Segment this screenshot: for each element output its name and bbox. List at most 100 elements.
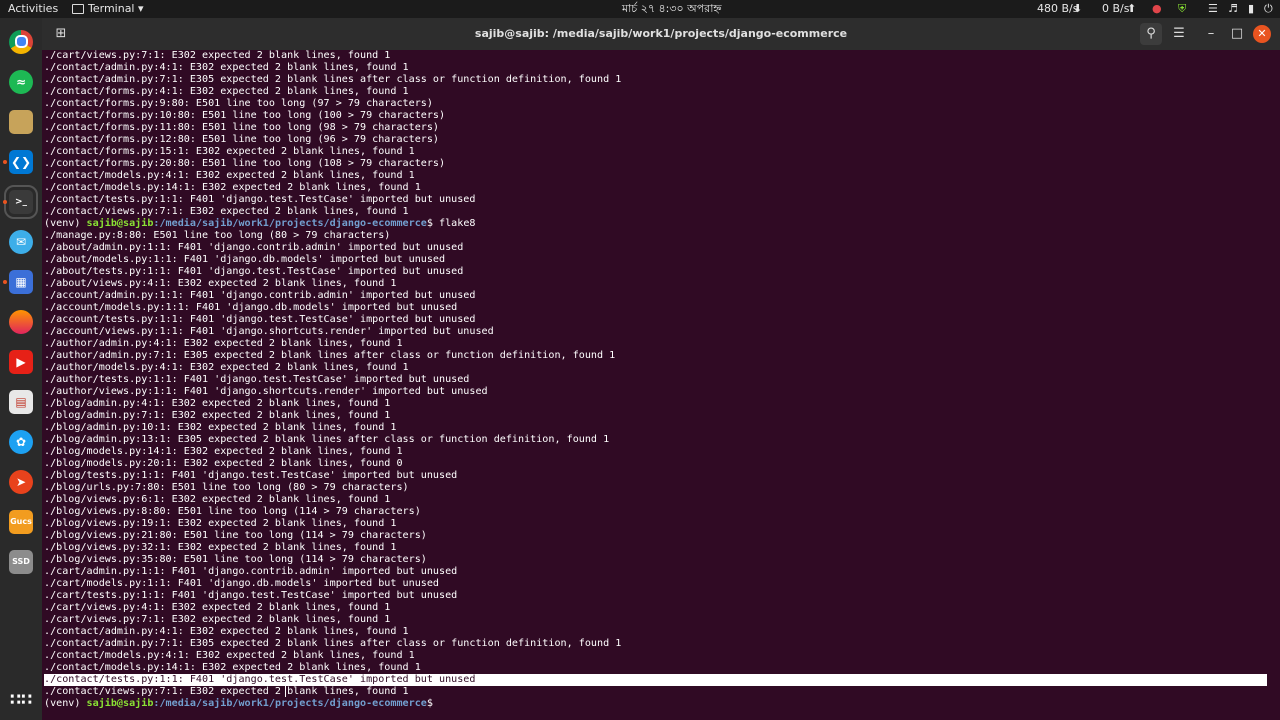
close-icon[interactable]: ✕ [1253, 25, 1271, 43]
output-line: ./author/admin.py:7:1: E305 expected 2 b… [44, 350, 616, 361]
maximize-icon[interactable]: □ [1226, 23, 1248, 45]
output-line: ./contact/admin.py:4:1: E302 expected 2 … [44, 626, 409, 637]
output-line: ./blog/views.py:8:80: E501 line too long… [44, 506, 421, 517]
output-line: ./contact/forms.py:10:80: E501 line too … [44, 110, 446, 121]
app-menu[interactable]: Terminal ▾ [72, 0, 144, 18]
output-line: ./contact/forms.py:4:1: E302 expected 2 … [44, 86, 409, 97]
clock[interactable]: মার্চ ২৭ ৪:৩০ অপরাহ্ন [622, 0, 722, 18]
output-line: ./about/admin.py:1:1: F401 'django.contr… [44, 242, 464, 253]
prompt-symbol: $ [426, 218, 440, 229]
hamburger-menu-icon[interactable]: ☰ [1168, 23, 1190, 45]
text-cursor [285, 685, 286, 697]
output-line: ./contact/models.py:4:1: E302 expected 2… [44, 170, 415, 181]
output-line: ./cart/views.py:7:1: E302 expected 2 bla… [44, 614, 391, 625]
output-line: ./about/models.py:1:1: F401 'django.db.m… [44, 254, 446, 265]
window-title: sajib@sajib: /media/sajib/work1/projects… [474, 27, 848, 40]
dock-compass-icon[interactable]: ➤ [9, 470, 33, 494]
output-line: ./contact/models.py:4:1: E302 expected 2… [44, 650, 415, 661]
dock-chrome-icon[interactable] [9, 30, 33, 54]
dock-spotify-icon[interactable]: ≈ [9, 70, 33, 94]
terminal-titlebar[interactable]: ⊞ sajib@sajib: /media/sajib/work1/projec… [42, 18, 1280, 50]
prompt-path: :/media/sajib/work1/projects/django-ecom… [153, 218, 427, 229]
wifi-icon[interactable]: ☰ [1208, 0, 1218, 18]
dock-terminal-icon[interactable]: >_ [4, 185, 38, 219]
output-line: ./author/tests.py:1:1: F401 'django.test… [44, 374, 470, 385]
prompt-line: (venv) sajib@sajib:/media/sajib/work1/pr… [44, 218, 476, 230]
output-line: ./about/views.py:4:1: E302 expected 2 bl… [44, 278, 397, 289]
chevron-down-icon: ▾ [138, 2, 144, 15]
output-line: ./cart/tests.py:1:1: F401 'django.test.T… [44, 590, 458, 601]
minimize-icon[interactable]: – [1200, 23, 1222, 45]
output-line: ./account/tests.py:1:1: F401 'django.tes… [44, 314, 476, 325]
running-indicator [3, 200, 7, 204]
prompt-user: sajib@sajib [86, 698, 154, 709]
top-bar: Activities Terminal ▾ মার্চ ২৭ ৪:৩০ অপরা… [0, 0, 1280, 18]
output-line: ./blog/urls.py:7:80: E501 line too long … [44, 482, 409, 493]
power-icon[interactable]: ⏻ [1264, 0, 1273, 18]
dock-gucs-icon[interactable]: Gucs [9, 510, 33, 534]
terminal-output[interactable]: ./cart/views.py:7:1: E302 expected 2 bla… [42, 50, 1280, 720]
output-line: ./contact/tests.py:1:1: F401 'django.tes… [44, 194, 476, 205]
output-line: ./contact/models.py:14:1: E302 expected … [44, 662, 421, 673]
output-line: ./blog/admin.py:4:1: E302 expected 2 bla… [44, 398, 391, 409]
output-line: ./author/views.py:1:1: F401 'django.shor… [44, 386, 488, 397]
output-line: ./contact/forms.py:11:80: E501 line too … [44, 122, 440, 133]
output-line: ./manage.py:8:80: E501 line too long (80… [44, 230, 391, 241]
network-up-speed: 0 B/s [1102, 2, 1130, 15]
dock-mail-icon[interactable]: ✉ [9, 230, 33, 254]
arrow-down-icon: ⬇ [1073, 2, 1083, 15]
output-line: ./blog/views.py:35:80: E501 line too lon… [44, 554, 427, 565]
battery-icon[interactable]: ▮ [1248, 0, 1254, 18]
output-line: ./cart/models.py:1:1: F401 'django.db.mo… [44, 578, 440, 589]
output-line: ./blog/views.py:19:1: E302 expected 2 bl… [44, 518, 397, 529]
output-line: ./contact/admin.py:4:1: E302 expected 2 … [44, 62, 409, 73]
output-line: ./contact/admin.py:7:1: E305 expected 2 … [44, 74, 622, 85]
app-menu-label: Terminal [88, 2, 135, 15]
dock-firefox-icon[interactable] [9, 310, 33, 334]
output-line: ./blog/tests.py:1:1: F401 'django.test.T… [44, 470, 458, 481]
output-line: ./account/models.py:1:1: F401 'django.db… [44, 302, 458, 313]
output-line: ./blog/admin.py:13:1: E305 expected 2 bl… [44, 434, 610, 445]
dock-ssd-icon[interactable]: SSD [9, 550, 33, 574]
output-line: ./cart/views.py:4:1: E302 expected 2 bla… [44, 602, 391, 613]
dock-document-icon[interactable]: ▤ [9, 390, 33, 414]
volume-icon[interactable]: ♬ [1228, 0, 1238, 18]
command-text: flake8 [439, 218, 476, 229]
activities-button[interactable]: Activities [8, 0, 58, 18]
dock-files-icon[interactable] [9, 110, 33, 134]
prompt-venv: (venv) [44, 218, 87, 229]
output-line: ./blog/views.py:21:80: E501 line too lon… [44, 530, 427, 541]
output-line: ./contact/views.py:7:1: E302 expected 2 … [44, 686, 409, 697]
arrow-up-icon: ⬆ [1127, 2, 1137, 15]
current-prompt-line[interactable]: (venv) sajib@sajib:/media/sajib/work1/pr… [44, 698, 439, 710]
output-line: ./account/admin.py:1:1: F401 'django.con… [44, 290, 476, 301]
output-line: ./cart/admin.py:1:1: F401 'django.contri… [44, 566, 458, 577]
output-line: ./author/admin.py:4:1: E302 expected 2 b… [44, 338, 403, 349]
show-apps-grid-icon[interactable]: ∷∷ [9, 688, 33, 712]
running-indicator [3, 160, 7, 164]
dock-twitter-icon[interactable]: ✿ [9, 430, 33, 454]
output-line: ./blog/admin.py:7:1: E302 expected 2 bla… [44, 410, 391, 421]
output-line: ./contact/forms.py:12:80: E501 line too … [44, 134, 440, 145]
output-line: ./contact/views.py:7:1: E302 expected 2 … [44, 206, 409, 217]
prompt-path: :/media/sajib/work1/projects/django-ecom… [153, 698, 427, 709]
search-icon[interactable]: ⚲ [1140, 23, 1162, 45]
dock-vscode-icon[interactable]: ❮❯ [9, 150, 33, 174]
output-line: ./author/models.py:4:1: E302 expected 2 … [44, 362, 409, 373]
dock-screenshot-icon[interactable]: ▦ [9, 270, 33, 294]
prompt-symbol: $ [426, 698, 440, 709]
selected-output-line: ./contact/tests.py:1:1: F401 'django.tes… [44, 674, 1267, 686]
output-line: ./contact/admin.py:7:1: E305 expected 2 … [44, 638, 622, 649]
output-line: ./contact/models.py:14:1: E302 expected … [44, 182, 421, 193]
output-line: ./contact/forms.py:15:1: E302 expected 2… [44, 146, 415, 157]
prompt-venv: (venv) [44, 698, 87, 709]
output-line: ./account/views.py:1:1: F401 'django.sho… [44, 326, 494, 337]
dock-youtube-icon[interactable]: ▶ [9, 350, 33, 374]
video-recorder-icon[interactable]: ● [1152, 0, 1162, 18]
output-line: ./blog/views.py:6:1: E302 expected 2 bla… [44, 494, 391, 505]
output-line: ./contact/forms.py:20:80: E501 line too … [44, 158, 446, 169]
shield-icon[interactable]: ⛨ [1178, 0, 1186, 18]
new-tab-icon[interactable]: ⊞ [50, 23, 72, 45]
output-line: ./blog/models.py:14:1: E302 expected 2 b… [44, 446, 403, 457]
running-indicator [3, 280, 7, 284]
